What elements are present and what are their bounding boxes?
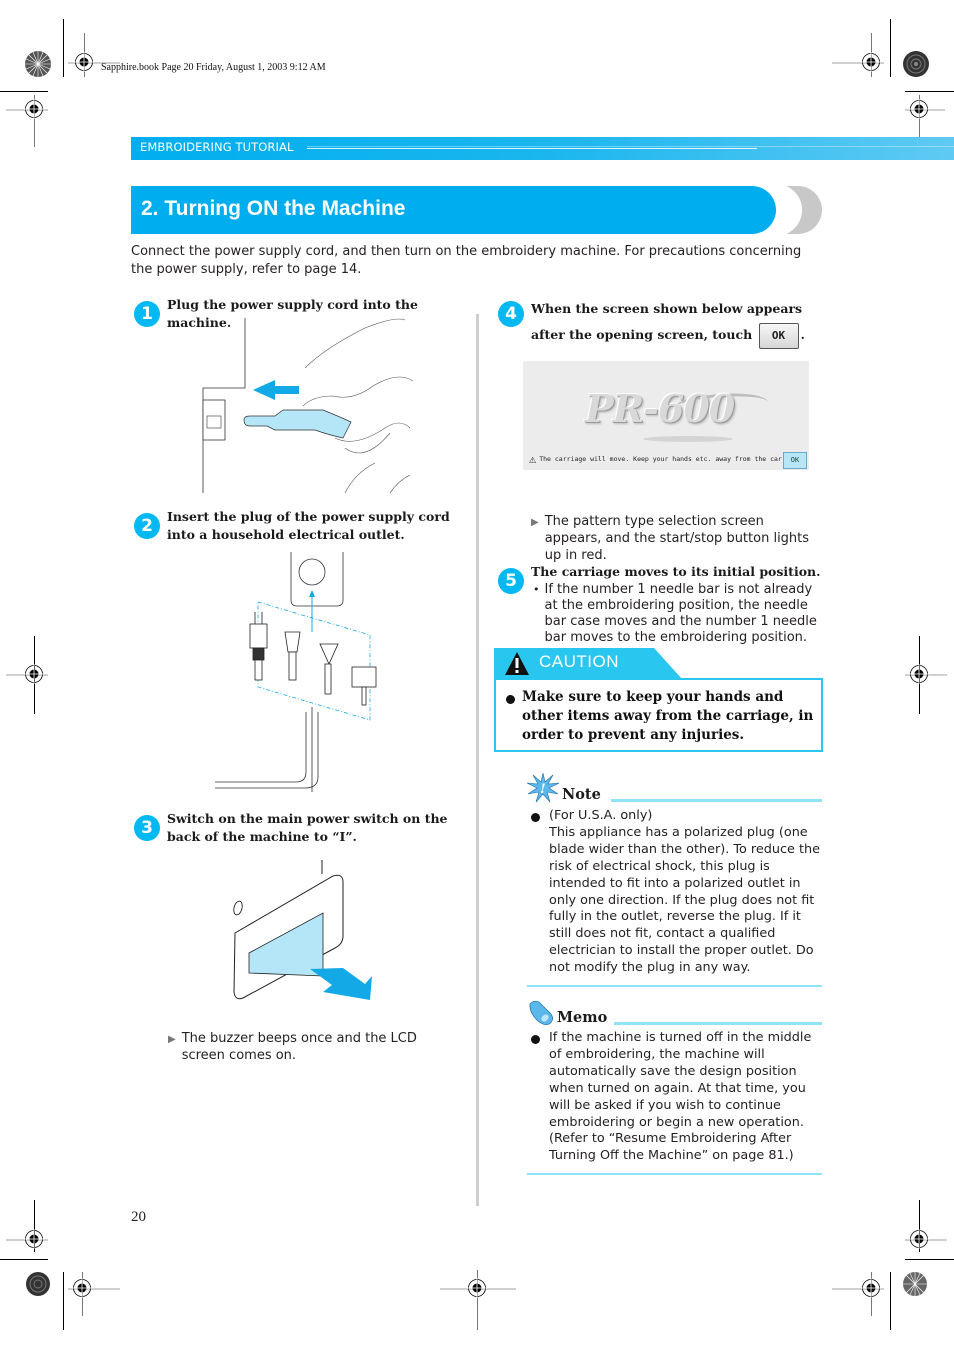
crop-line bbox=[0, 91, 48, 92]
step-number-badge: 5 bbox=[498, 568, 524, 594]
crop-line bbox=[63, 19, 64, 77]
svg-text:!: ! bbox=[540, 782, 546, 797]
bullet-icon bbox=[531, 813, 540, 822]
bullet-icon bbox=[506, 695, 515, 704]
color-target-icon bbox=[26, 1272, 50, 1296]
caution-box: Make sure to keep your hands and other i… bbox=[494, 678, 823, 752]
step-heading: Insert the plug of the power supply cord… bbox=[167, 509, 450, 542]
arrow-press-icon bbox=[310, 968, 372, 1000]
lcd-warning-message: ⚠ The carriage will move. Keep your hands… bbox=[529, 452, 806, 466]
memo-title-rule bbox=[614, 1022, 822, 1025]
crop-line bbox=[890, 19, 891, 77]
registration-mark-icon bbox=[861, 52, 881, 72]
caution-text: Make sure to keep your hands and other i… bbox=[522, 689, 814, 743]
memo-bell-icon bbox=[529, 1000, 553, 1025]
registration-mark-icon bbox=[909, 1229, 929, 1249]
note-body: (For U.S.A. only) This appliance has a p… bbox=[549, 808, 820, 976]
print-slug: Sapphire.book Page 20 Friday, August 1, … bbox=[101, 62, 326, 73]
section-header-label: EMBROIDERING TUTORIAL bbox=[140, 140, 294, 154]
section-header: EMBROIDERING TUTORIAL bbox=[131, 137, 954, 160]
registration-mark-icon bbox=[909, 664, 929, 684]
warning-icon: ⚠ bbox=[529, 452, 537, 466]
registration-mark-icon bbox=[861, 1278, 881, 1298]
bullet-icon: • bbox=[533, 583, 540, 596]
lcd-ok-button[interactable]: OK bbox=[783, 452, 807, 469]
title-bar-cap bbox=[775, 186, 822, 234]
registration-mark-icon bbox=[72, 1278, 92, 1298]
bullet-icon bbox=[531, 1035, 540, 1044]
step-heading: The carriage moves to its initial positi… bbox=[531, 564, 821, 579]
pr600-logo: PR-600 bbox=[585, 386, 735, 431]
caution-label: CAUTION bbox=[539, 652, 619, 671]
step-result: ▶ The pattern type selection screen appea… bbox=[531, 514, 810, 563]
note-starburst-icon: ! bbox=[527, 773, 559, 803]
arrow-left-icon bbox=[253, 380, 299, 400]
color-target-icon bbox=[903, 1272, 927, 1296]
memo-bottom-rule bbox=[527, 1173, 822, 1175]
logo-shadow bbox=[643, 436, 733, 442]
power-switch-illustration bbox=[233, 860, 372, 1000]
registration-mark-icon bbox=[74, 52, 94, 72]
step-heading: Switch on the main power switch on the b… bbox=[167, 811, 448, 844]
note-title-rule bbox=[611, 799, 822, 802]
crop-line bbox=[905, 1259, 954, 1260]
memo-body: If the machine is turned off in the midd… bbox=[549, 1030, 812, 1164]
memo-title: Memo bbox=[557, 1009, 608, 1026]
registration-mark-icon bbox=[24, 99, 44, 119]
step-number-badge: 1 bbox=[134, 301, 160, 327]
registration-mark-icon bbox=[24, 1229, 44, 1249]
registration-mark-icon bbox=[467, 1278, 487, 1298]
registration-mark-icon bbox=[909, 99, 929, 119]
step-number-badge: 4 bbox=[498, 301, 524, 327]
household-plug-types-illustration bbox=[215, 552, 377, 792]
column-divider bbox=[476, 314, 479, 1206]
note-title: Note bbox=[562, 786, 601, 803]
page-title: 2. Turning ON the Machine bbox=[141, 197, 406, 220]
plug-into-machine-illustration bbox=[202, 318, 414, 493]
result-arrow-icon: ▶ bbox=[168, 1034, 176, 1045]
crop-line bbox=[905, 91, 954, 92]
lcd-screen: PR-600 ⚠ The carriage will move. Keep you… bbox=[523, 361, 809, 470]
step-result: ▶ The buzzer beeps once and the LCD scree… bbox=[168, 1031, 417, 1063]
page-title-bar: 2. Turning ON the Machine bbox=[131, 186, 776, 234]
step-number-badge: 3 bbox=[134, 815, 160, 841]
crop-line bbox=[890, 1272, 891, 1330]
note-bottom-rule bbox=[527, 985, 822, 987]
step-bullet: • If the number 1 needle bar is not alrea… bbox=[533, 582, 817, 645]
registration-mark-icon bbox=[24, 664, 44, 684]
ok-button-reference: OK bbox=[758, 322, 799, 349]
intro-paragraph: Connect the power supply cord, and then … bbox=[131, 244, 802, 277]
page-number: 20 bbox=[131, 1209, 146, 1225]
step-heading: When the screen shown below appears afte… bbox=[531, 296, 821, 349]
crop-line bbox=[0, 1259, 48, 1260]
color-target-icon bbox=[25, 51, 51, 77]
header-rule bbox=[307, 146, 954, 147]
step-number-badge: 2 bbox=[134, 513, 160, 539]
crop-line bbox=[63, 1272, 64, 1330]
color-target-icon bbox=[903, 51, 929, 77]
result-arrow-icon: ▶ bbox=[531, 517, 539, 528]
header-rule bbox=[307, 148, 757, 149]
